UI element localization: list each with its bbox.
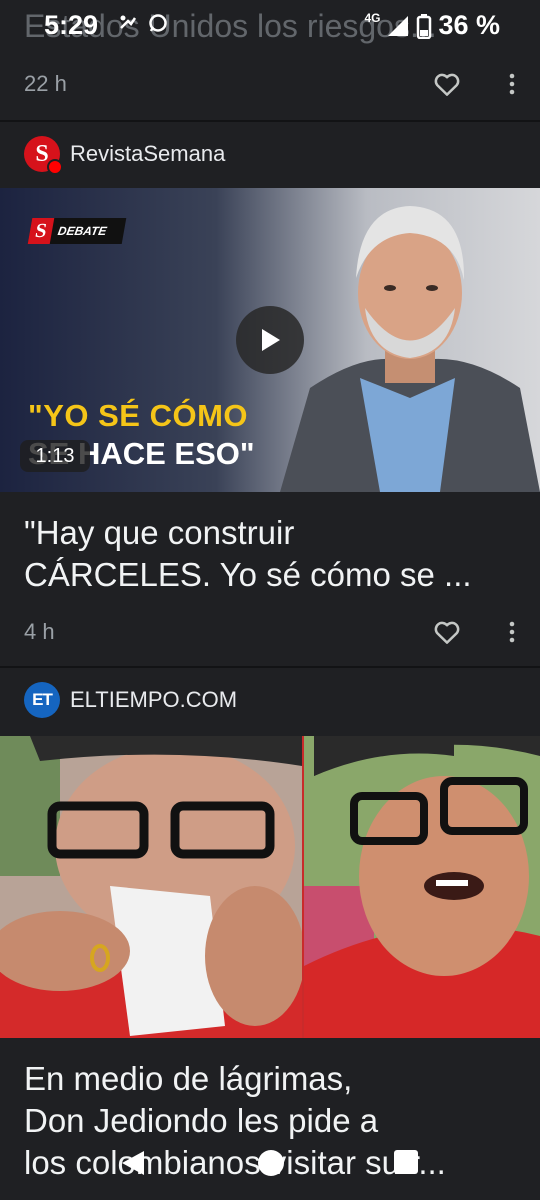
semana-s-logo: S — [27, 218, 55, 244]
status-bar: 5:29 4G 36 % — [0, 0, 540, 56]
overlay-quote-line1: "YO SÉ CÓMO — [28, 398, 249, 433]
debate-label: DEBATE — [56, 224, 108, 238]
recents-icon[interactable] — [392, 1148, 420, 1176]
card1-source[interactable]: S RevistaSemana — [24, 136, 226, 175]
card1-time: 4 h — [24, 619, 55, 644]
card1-headline-line1: "Hay que construir — [24, 514, 295, 551]
play-button[interactable] — [236, 306, 304, 374]
signal-icon — [388, 15, 409, 36]
card1-headline-line2: CÁRCELES. Yo sé cómo se ... — [24, 556, 472, 593]
card2-source[interactable]: ET ELTIEMPO.COM — [24, 682, 237, 718]
previous-card-meta: 22 h — [24, 64, 516, 104]
status-right: 4G 36 % — [364, 10, 500, 41]
notification-icons — [118, 12, 168, 34]
play-icon — [262, 329, 280, 351]
battery-level: 36 % — [438, 10, 500, 40]
crying-man-photo — [0, 736, 302, 1038]
card-divider — [0, 120, 540, 122]
back-icon[interactable] — [118, 1148, 148, 1178]
speaking-man-photo — [304, 736, 540, 1038]
video-duration: 1:13 — [20, 440, 90, 472]
card1-headline[interactable]: "Hay que construir CÁRCELES. Yo sé cómo … — [24, 512, 520, 596]
network-type: 4G — [364, 10, 381, 25]
card-divider — [0, 666, 540, 668]
card2-source-name: ELTIEMPO.COM — [70, 687, 238, 712]
previous-card-time: 22 h — [24, 71, 67, 96]
call-forward-icon — [120, 15, 137, 29]
heart-icon[interactable] — [432, 617, 462, 647]
card2-thumbnail[interactable] — [0, 736, 540, 1038]
card1-source-name: RevistaSemana — [70, 141, 226, 166]
speaker-photo — [280, 206, 540, 492]
eltiempo-logo: ET — [24, 682, 60, 718]
navigation-bar — [0, 1128, 540, 1200]
debate-tag: S DEBATE — [27, 218, 127, 244]
heart-icon[interactable] — [432, 69, 462, 99]
whatsapp-icon — [149, 14, 167, 32]
card1-meta: 4 h — [24, 612, 516, 652]
more-vert-icon[interactable] — [508, 620, 516, 644]
card2-headline-line1: En medio de lágrimas, — [24, 1060, 353, 1097]
more-vert-icon[interactable] — [508, 72, 516, 96]
battery-icon — [417, 13, 432, 39]
semana-logo: S — [24, 136, 63, 175]
home-icon[interactable] — [256, 1148, 286, 1178]
status-time: 5:29 — [44, 10, 99, 40]
